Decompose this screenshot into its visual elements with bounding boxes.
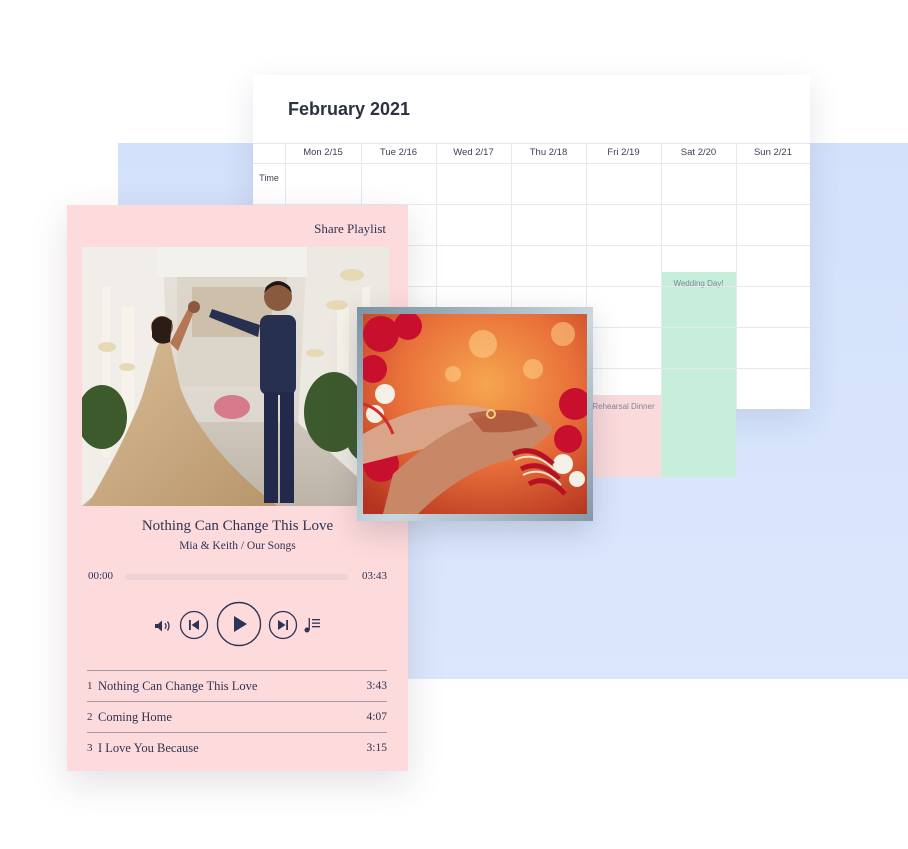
day-header-wed: Wed 2/17 (453, 147, 494, 158)
track-duration: 4:07 (366, 711, 387, 723)
ceremony-photo-frame (357, 307, 593, 521)
track-duration: 3:15 (366, 742, 387, 754)
track-number: 1 (87, 680, 93, 692)
time-column-label: Time (259, 173, 279, 183)
track-item-2[interactable]: 2 Coming Home 4:07 (87, 701, 387, 732)
event-rehearsal-dinner[interactable]: Rehearsal Dinner (586, 395, 661, 477)
grid-line (253, 163, 810, 164)
share-playlist-button[interactable]: Share Playlist (314, 221, 386, 237)
day-header-sat: Sat 2/20 (680, 147, 717, 158)
calendar-title: February 2021 (288, 99, 411, 119)
track-number: 2 (87, 711, 93, 723)
volume-icon[interactable] (154, 619, 172, 633)
grid-line (661, 143, 662, 409)
day-header-thu: Thu 2/18 (529, 147, 568, 158)
day-header-fri: Fri 2/19 (607, 147, 640, 158)
track-list: 1 Nothing Can Change This Love 3:43 2 Co… (87, 670, 387, 763)
day-header-mon: Mon 2/15 (303, 147, 343, 158)
track-number: 3 (87, 742, 93, 754)
total-time: 03:43 (361, 570, 387, 582)
playback-controls (67, 601, 408, 651)
skip-next-icon[interactable] (268, 610, 298, 640)
ceremony-hands-image (363, 314, 587, 514)
track-name: Coming Home (98, 710, 172, 724)
track-item-1[interactable]: 1 Nothing Can Change This Love 3:43 (87, 670, 387, 701)
elapsed-time: 00:00 (88, 570, 114, 582)
track-item-3[interactable]: 3 I Love You Because 3:15 (87, 732, 387, 763)
track-name: I Love You Because (98, 741, 199, 755)
event-wedding-day[interactable]: Wedding Day! (661, 272, 736, 477)
track-duration: 3:43 (366, 680, 387, 692)
playlist-icon[interactable] (303, 616, 321, 634)
progress-bar[interactable] (125, 574, 348, 580)
day-header-sun: Sun 2/21 (753, 147, 793, 158)
now-playing-subtitle: Mia & Keith / Our Songs (179, 540, 296, 552)
skip-previous-icon[interactable] (179, 610, 209, 640)
day-header-tue: Tue 2/16 (379, 147, 418, 158)
play-icon[interactable] (216, 601, 262, 647)
grid-line (736, 143, 737, 409)
couple-dancing-photo (82, 247, 389, 506)
couple-dancing-image (82, 247, 389, 506)
ceremony-hands-photo (363, 314, 587, 514)
track-name: Nothing Can Change This Love (98, 679, 258, 693)
